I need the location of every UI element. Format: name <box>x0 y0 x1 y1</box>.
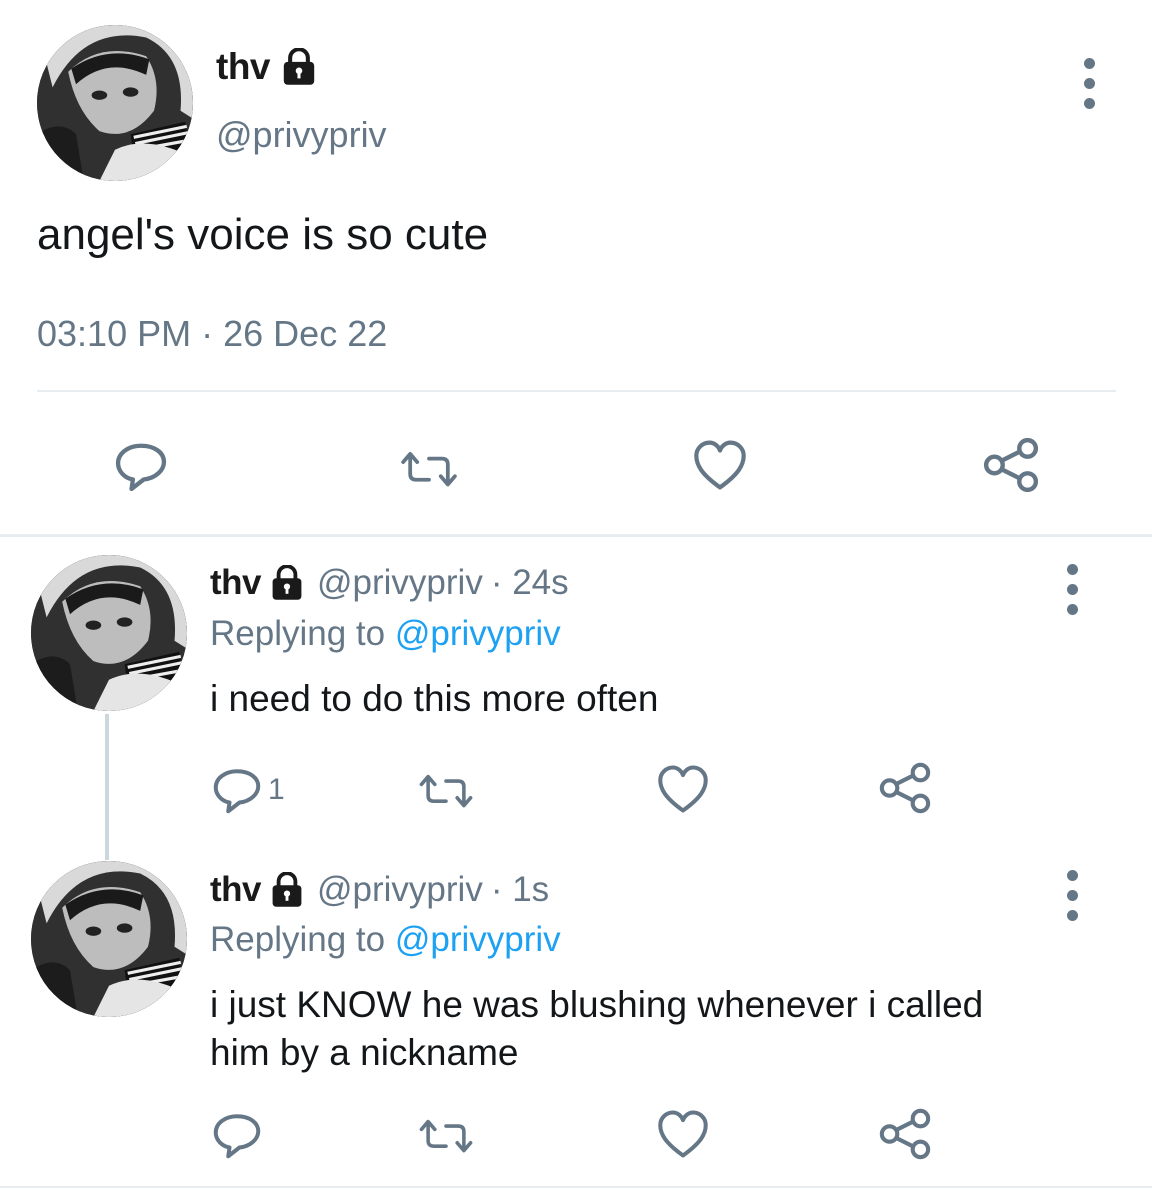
like-button[interactable] <box>692 440 748 490</box>
retweet-icon <box>419 1119 473 1153</box>
tweet-time: 03:10 PM <box>37 313 192 354</box>
reply-age: · 24s <box>490 563 569 602</box>
lock-icon <box>280 48 318 86</box>
main-avatar[interactable] <box>37 25 193 181</box>
reply-button[interactable] <box>212 1111 262 1159</box>
like-button[interactable] <box>657 765 709 813</box>
divider <box>37 390 1116 392</box>
share-icon <box>878 1108 932 1160</box>
tweet-timestamp: 03:10 PM · 26 Dec 22 <box>37 313 387 355</box>
share-icon <box>878 762 932 814</box>
divider <box>0 1186 1152 1188</box>
reply-age: · 1s <box>490 870 550 909</box>
meta-separator: · <box>201 313 214 354</box>
lock-icon <box>269 872 305 908</box>
more-vertical-icon[interactable] <box>1082 58 1096 109</box>
tweet-date: 26 Dec 22 <box>223 313 388 354</box>
reply-button[interactable]: 1 <box>212 766 285 814</box>
replying-to-label: Replying to <box>210 920 386 959</box>
replying-to-label: Replying to <box>210 614 386 653</box>
reply-text-line: him by a nickname <box>210 1032 519 1073</box>
reply-author-handle[interactable]: @privypriv <box>317 563 483 603</box>
more-vertical-icon[interactable] <box>1065 870 1079 921</box>
share-button[interactable] <box>982 437 1040 493</box>
like-icon <box>692 440 748 490</box>
reply-text: i just KNOW he was blushing whenever i c… <box>210 981 1110 1077</box>
reply-avatar[interactable] <box>31 555 187 711</box>
more-vertical-icon[interactable] <box>1065 564 1079 615</box>
replying-to-mention[interactable]: @privypriv <box>395 920 561 959</box>
reply-text-line: i just KNOW he was blushing whenever i c… <box>210 984 984 1025</box>
retweet-button[interactable] <box>413 1116 479 1154</box>
reply-avatar[interactable] <box>31 861 187 1017</box>
retweet-icon <box>401 452 457 487</box>
main-author-name[interactable]: thv <box>216 46 318 88</box>
reply-header: thv @privypriv · 24s <box>210 563 569 603</box>
reply-icon <box>213 1114 261 1159</box>
tweet-text: angel's voice is so cute <box>37 210 489 259</box>
retweet-button[interactable] <box>413 771 479 809</box>
share-icon <box>982 437 1040 493</box>
reply-author-handle[interactable]: @privypriv <box>317 870 483 910</box>
like-button[interactable] <box>657 1110 709 1158</box>
reply-header: thv @privypriv · 1s <box>210 870 549 910</box>
lock-icon <box>269 565 305 601</box>
reply-text: i need to do this more often <box>210 675 1110 723</box>
reply-count: 1 <box>268 773 285 806</box>
share-button[interactable] <box>878 762 932 814</box>
like-icon <box>657 765 709 813</box>
main-author-name-text: thv <box>216 46 271 87</box>
main-author-handle[interactable]: @privypriv <box>216 114 387 156</box>
reply-icon <box>213 769 261 814</box>
reply-button[interactable] <box>114 440 168 492</box>
reply-icon <box>114 440 168 492</box>
replying-to: Replying to @privypriv <box>210 920 561 960</box>
like-icon <box>657 1110 709 1158</box>
share-button[interactable] <box>878 1108 932 1160</box>
reply-text-line: i need to do this more often <box>210 678 659 719</box>
reply-author-name[interactable]: thv <box>210 870 262 910</box>
retweet-button[interactable] <box>394 448 464 488</box>
reply-author-name[interactable]: thv <box>210 563 262 603</box>
replying-to-mention[interactable]: @privypriv <box>395 614 561 653</box>
section-separator <box>0 534 1152 537</box>
thread-line <box>105 714 109 860</box>
retweet-icon <box>419 774 473 808</box>
replying-to: Replying to @privypriv <box>210 614 561 654</box>
